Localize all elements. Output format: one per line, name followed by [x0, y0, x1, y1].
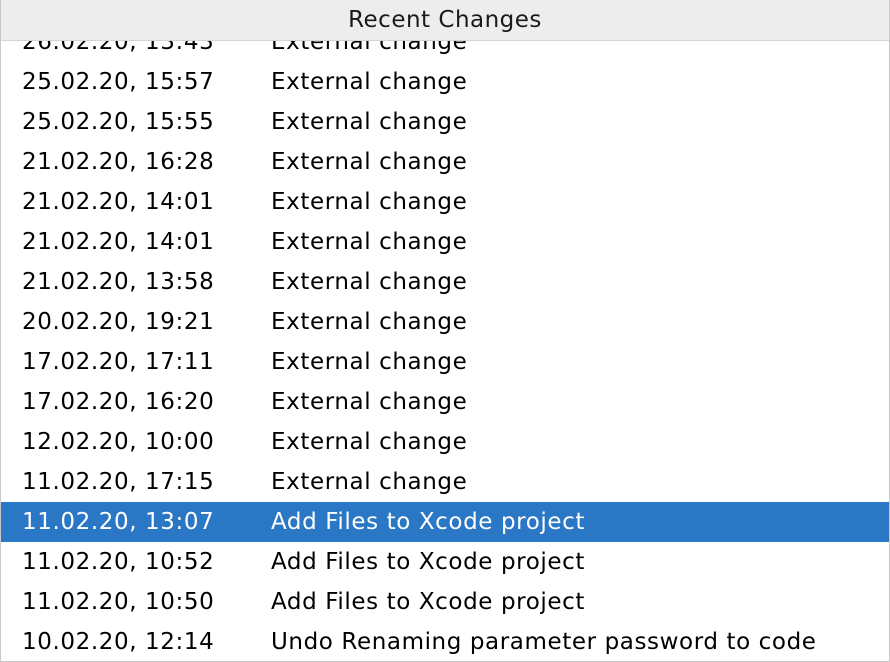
change-date: 17.02.20, 16:20: [22, 389, 215, 415]
change-description: External change: [271, 69, 468, 95]
change-description: External change: [271, 189, 468, 215]
change-date: 20.02.20, 19:21: [22, 309, 215, 335]
recent-changes-list[interactable]: 26.02.20, 13:43 External change 25.02.20, …: [1, 22, 889, 661]
change-description: External change: [271, 229, 468, 255]
change-description: External change: [271, 349, 468, 375]
change-description: External change: [271, 309, 468, 335]
change-date: 11.02.20, 10:52: [22, 549, 215, 575]
change-description: External change: [271, 109, 468, 135]
change-list-item[interactable]: 20.02.20, 19:21 External change: [1, 302, 889, 342]
change-date: 21.02.20, 16:28: [22, 149, 215, 175]
change-description: Add Files to Xcode project: [271, 509, 585, 535]
change-description: External change: [271, 469, 468, 495]
change-list-item[interactable]: 21.02.20, 14:01 External change: [1, 222, 889, 262]
change-description: Add Files to Xcode project: [271, 549, 585, 575]
window-title: Recent Changes: [348, 7, 542, 33]
change-list-item[interactable]: 25.02.20, 15:57 External change: [1, 62, 889, 102]
change-date: 11.02.20, 17:15: [22, 469, 215, 495]
change-description: Undo Renaming parameter password to code: [271, 629, 817, 655]
change-list-item[interactable]: 21.02.20, 14:01 External change: [1, 182, 889, 222]
change-list-item[interactable]: 17.02.20, 16:20 External change: [1, 382, 889, 422]
change-description: External change: [271, 429, 468, 455]
change-list-item[interactable]: 21.02.20, 16:28 External change: [1, 142, 889, 182]
change-list-item[interactable]: 21.02.20, 13:58 External change: [1, 262, 889, 302]
change-date: 25.02.20, 15:57: [22, 69, 215, 95]
change-list-item[interactable]: 25.02.20, 15:55 External change: [1, 102, 889, 142]
change-date: 11.02.20, 10:50: [22, 589, 215, 615]
change-date: 12.02.20, 10:00: [22, 429, 215, 455]
change-description: External change: [271, 149, 468, 175]
change-date: 21.02.20, 14:01: [22, 229, 215, 255]
change-list-item[interactable]: 17.02.20, 17:11 External change: [1, 342, 889, 382]
change-list-item[interactable]: 11.02.20, 10:52 Add Files to Xcode projec…: [1, 542, 889, 582]
change-date: 25.02.20, 15:55: [22, 109, 215, 135]
change-list-item[interactable]: 10.02.20, 12:14 Undo Renaming parameter p…: [1, 622, 889, 661]
change-description: Add Files to Xcode project: [271, 589, 585, 615]
change-description: External change: [271, 269, 468, 295]
change-description: External change: [271, 389, 468, 415]
change-date: 21.02.20, 13:58: [22, 269, 215, 295]
change-date: 17.02.20, 17:11: [22, 349, 215, 375]
change-list-item[interactable]: 11.02.20, 13:07 Add Files to Xcode projec…: [1, 502, 889, 542]
change-list-item[interactable]: 12.02.20, 10:00 External change: [1, 422, 889, 462]
change-list-item[interactable]: 11.02.20, 17:15 External change: [1, 462, 889, 502]
change-date: 21.02.20, 14:01: [22, 189, 215, 215]
recent-changes-window: Recent Changes 26.02.20, 13:43 External c…: [0, 0, 890, 662]
change-date: 11.02.20, 13:07: [22, 509, 215, 535]
window-titlebar: Recent Changes: [1, 0, 889, 41]
change-list-item[interactable]: 11.02.20, 10:50 Add Files to Xcode projec…: [1, 582, 889, 622]
change-date: 10.02.20, 12:14: [22, 629, 215, 655]
